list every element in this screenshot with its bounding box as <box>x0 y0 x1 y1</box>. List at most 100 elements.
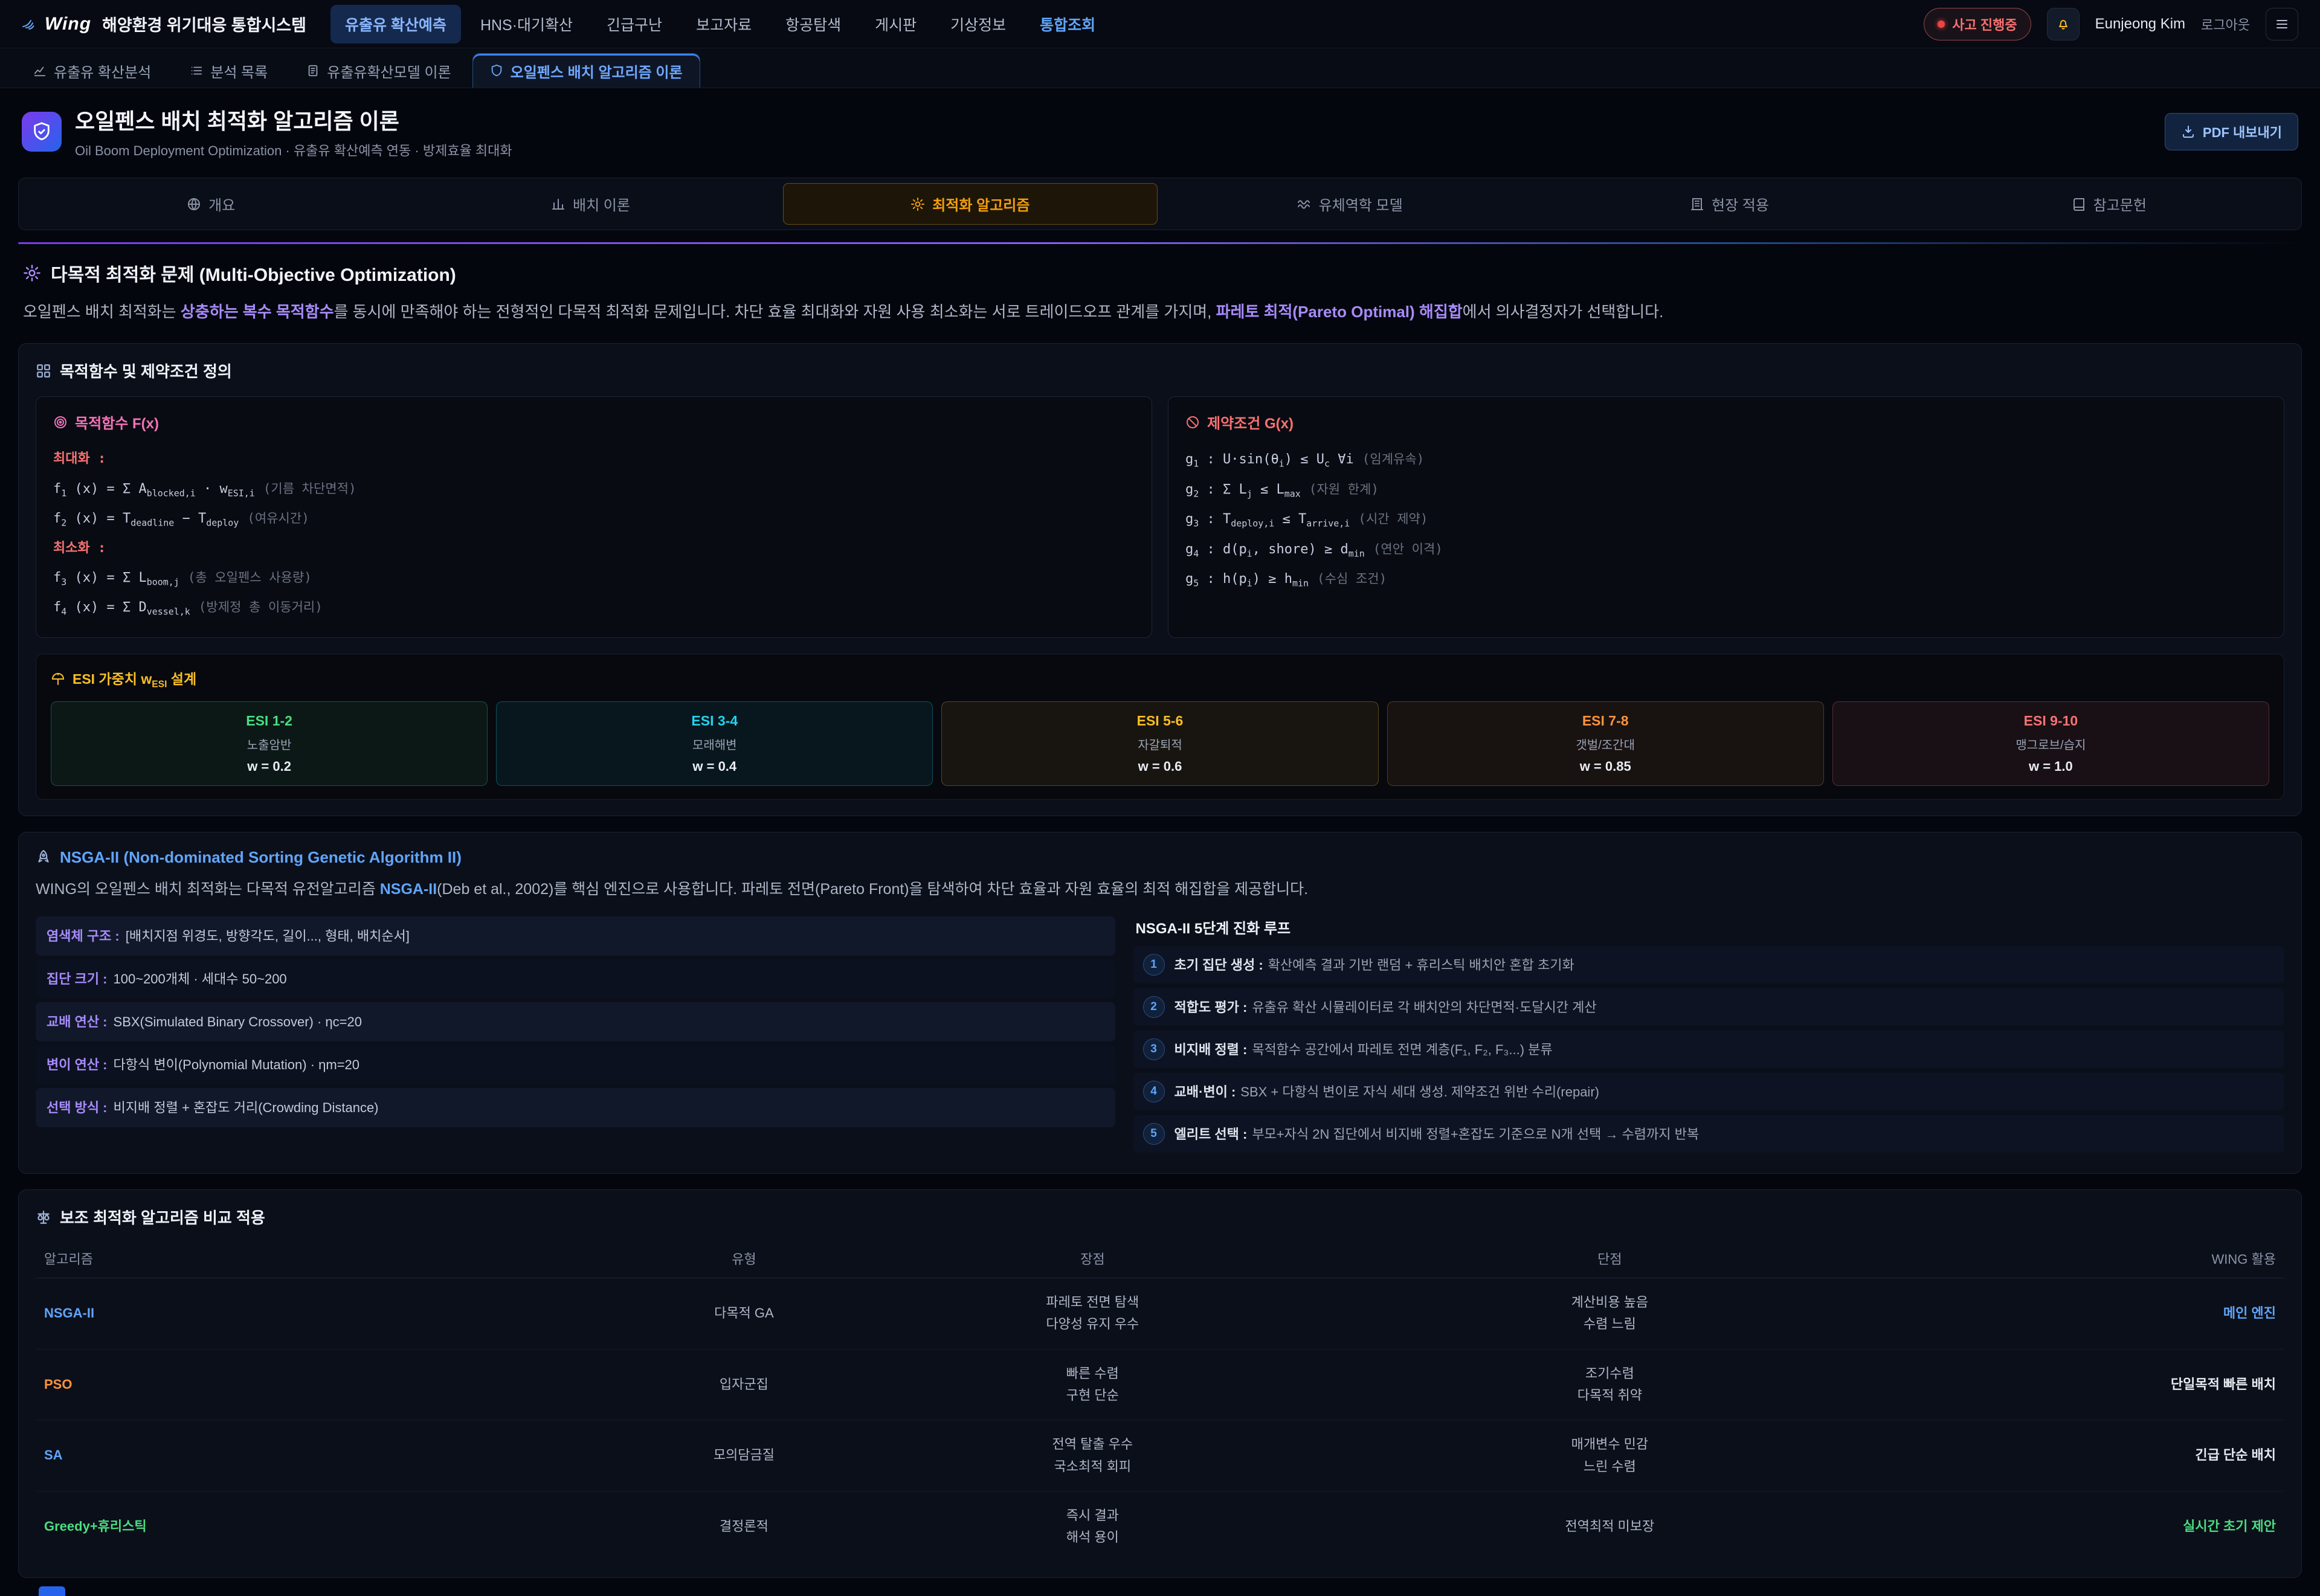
panel-title: 제약조건 G(x) <box>1185 411 2267 433</box>
tab-boom-algorithm-theory[interactable]: 오일펜스 배치 알고리즘 이론 <box>472 53 700 88</box>
bell-icon <box>2056 17 2070 31</box>
minimize-label: 최소화 : <box>53 534 1135 563</box>
constraints-panel: 제약조건 G(x) g1 : U·sin(θi) ≤ Uc ∀i(임계유속) g… <box>1168 396 2284 638</box>
param-row: 염색체 구조 :[배치지점 위경도, 방향각도, 길이..., 형태, 배치순서… <box>36 916 1115 956</box>
algorithm-pros: 빠른 수렴구현 단순 <box>913 1349 1273 1420</box>
esi-weights-section: ESI 가중치 wESI 설계 ESI 1-2 노출암반 w = 0.2 ESI… <box>36 654 2284 800</box>
formula-line: f1 (x) = Σ Ablocked,i · wESI,i(기름 차단면적) <box>53 474 1135 504</box>
nav-item-board[interactable]: 게시판 <box>860 5 931 43</box>
card-title: 목적함수 및 제약조건 정의 <box>36 359 2284 382</box>
logout-link[interactable]: 로그아웃 <box>2201 14 2250 34</box>
status-badge-label: 사고 진행중 <box>1952 14 2017 34</box>
section-tab-deployment-theory[interactable]: 배치 이론 <box>403 183 778 225</box>
step-number: 5 <box>1143 1123 1165 1145</box>
bar-chart-icon <box>551 197 566 211</box>
table-row: SA 모의담금질 전역 탈출 우수국소최적 회피 매개변수 민감느린 수렴 긴급… <box>36 1420 2284 1491</box>
floating-widget[interactable] <box>39 1586 65 1596</box>
algorithm-name: Greedy+휴리스틱 <box>36 1491 575 1562</box>
esi-tier-5: ESI 9-10 맹그로브/습지 w = 1.0 <box>1832 701 2269 786</box>
esi-tier-2: ESI 3-4 모래해변 w = 0.4 <box>496 701 933 786</box>
section-tab-field-application[interactable]: 현장 적용 <box>1542 183 1916 225</box>
step-number: 3 <box>1143 1038 1165 1060</box>
tab-diffusion-model-theory[interactable]: 유출유확산모델 이론 <box>289 53 468 88</box>
shield-icon <box>31 121 52 142</box>
esi-tier-4: ESI 7-8 갯벌/조간대 w = 0.85 <box>1387 701 1824 786</box>
panel-title-label: 목적함수 F(x) <box>75 411 159 433</box>
section-tab-strip: 개요 배치 이론 최적화 알고리즘 유체역학 모델 현장 적용 참고문헌 <box>18 178 2302 230</box>
esi-title-label: ESI 가중치 wESI 설계 <box>72 668 196 690</box>
brand-title: 해양환경 위기대응 통합시스템 <box>102 12 306 36</box>
card-title: 보조 최적화 알고리즘 비교 적용 <box>36 1206 2284 1228</box>
algorithm-name: SA <box>36 1420 575 1491</box>
section-tab-optimization-algorithm[interactable]: 최적화 알고리즘 <box>783 183 1158 225</box>
shield-icon <box>490 64 503 77</box>
no-entry-icon <box>1185 415 1200 430</box>
esi-range: ESI 1-2 <box>57 713 481 729</box>
formula-line: f2 (x) = Tdeadline − Tdeploy(여유시간) <box>53 504 1135 534</box>
section-heading-label: 다목적 최적화 문제 (Multi-Objective Optimization… <box>51 260 456 286</box>
gear-icon <box>23 264 41 282</box>
panel-title: 목적함수 F(x) <box>53 411 1135 433</box>
section-tab-label: 개요 <box>208 193 235 214</box>
nav-item-integrated-search[interactable]: 통합조회 <box>1025 5 1110 43</box>
tab-label: 유출유 확산분석 <box>54 60 151 82</box>
chart-line-icon <box>33 64 47 77</box>
objective-function-panel: 목적함수 F(x) 최대화 : f1 (x) = Σ Ablocked,i · … <box>36 396 1152 638</box>
esi-name: 노출암반 <box>57 735 481 753</box>
nav-item-rescue[interactable]: 긴급구난 <box>592 5 677 43</box>
globe-icon <box>187 197 201 211</box>
section-tab-label: 최적화 알고리즘 <box>932 193 1030 214</box>
incident-status-badge[interactable]: 사고 진행중 <box>1924 8 2031 40</box>
loop-step: 3비지배 정렬 :목적함수 공간에서 파레토 전면 계층(F₁, F₂, F₃.… <box>1133 1031 2284 1068</box>
esi-name: 자갈퇴적 <box>948 735 1371 753</box>
notifications-button[interactable] <box>2047 8 2080 40</box>
step-number: 4 <box>1143 1081 1165 1102</box>
section-tab-overview[interactable]: 개요 <box>24 183 398 225</box>
nav-item-aerial-search[interactable]: 항공탐색 <box>771 5 856 43</box>
tab-analysis-list[interactable]: 분석 목록 <box>172 53 285 88</box>
algorithm-usage: 메인 엔진 <box>1947 1278 2284 1350</box>
algorithm-pros: 전역 탈출 우수국소최적 회피 <box>913 1420 1273 1491</box>
param-row: 집단 크기 :100~200개체 · 세대수 50~200 <box>36 959 1115 999</box>
card-title: NSGA-II (Non-dominated Sorting Genetic A… <box>36 848 2284 867</box>
algorithm-type: 모의담금질 <box>575 1420 912 1491</box>
nav-item-hns[interactable]: HNS·대기확산 <box>466 5 587 43</box>
nav-item-oil-spill-forecast[interactable]: 유출유 확산예측 <box>330 5 461 43</box>
algorithm-name: PSO <box>36 1349 575 1420</box>
tab-spill-analysis[interactable]: 유출유 확산분석 <box>16 53 169 88</box>
pdf-export-label: PDF 내보내기 <box>2203 122 2282 141</box>
algorithm-cons: 전역최적 미보장 <box>1272 1491 1947 1562</box>
nav-item-reports[interactable]: 보고자료 <box>682 5 766 43</box>
sub-tabbar: 유출유 확산분석 분석 목록 유출유확산모델 이론 오일펜스 배치 알고리즘 이… <box>0 48 2320 88</box>
section-tab-hydrodynamics[interactable]: 유체역학 모델 <box>1162 183 1537 225</box>
algorithm-comparison-table: 알고리즘 유형 장점 단점 WING 활용 NSGA-II 다목적 GA 파레토… <box>36 1239 2284 1562</box>
user-name: Eunjeong Kim <box>2095 16 2185 33</box>
nav-item-weather[interactable]: 기상정보 <box>936 5 1020 43</box>
loop-step: 5엘리트 선택 :부모+자식 2N 집단에서 비지배 정렬+혼잡도 기준으로 N… <box>1133 1115 2284 1153</box>
loop-step: 1초기 집단 생성 :확산예측 결과 기반 랜덤 + 휴리스틱 배치안 혼합 초… <box>1133 946 2284 983</box>
brand-wing: Wing <box>45 14 91 34</box>
multi-objective-intro: 다목적 최적화 문제 (Multi-Objective Optimization… <box>18 244 2302 327</box>
pdf-export-button[interactable]: PDF 내보내기 <box>2165 113 2298 150</box>
menu-button[interactable] <box>2266 8 2298 40</box>
algorithm-cons: 계산비용 높음수렴 느림 <box>1272 1278 1947 1350</box>
main-nav: 유출유 확산예측 HNS·대기확산 긴급구난 보고자료 항공탐색 게시판 기상정… <box>330 5 1110 43</box>
loop-step: 4교배·변이 :SBX + 다항식 변이로 자식 세대 생성. 제약조건 위반 … <box>1133 1073 2284 1110</box>
algorithm-name: NSGA-II <box>36 1278 575 1350</box>
objective-constraints-card: 목적함수 및 제약조건 정의 목적함수 F(x) 최대화 : f1 (x) = … <box>18 343 2302 816</box>
tab-label: 유출유확산모델 이론 <box>327 60 451 82</box>
algorithm-usage: 실시간 초기 제안 <box>1947 1491 2284 1562</box>
loop-title: NSGA-II 5단계 진화 루프 <box>1133 916 2284 938</box>
section-tab-label: 유체역학 모델 <box>1319 193 1403 214</box>
param-row: 변이 연산 :다항식 변이(Polynomial Mutation) · ηm=… <box>36 1045 1115 1084</box>
top-navbar: Wing 해양환경 위기대응 통합시스템 유출유 확산예측 HNS·대기확산 긴… <box>0 0 2320 48</box>
section-tab-label: 배치 이론 <box>573 193 630 214</box>
algorithm-type: 다목적 GA <box>575 1278 912 1350</box>
algorithm-usage: 긴급 단순 배치 <box>1947 1420 2284 1491</box>
list-icon <box>190 64 203 77</box>
col-header-wing-usage: WING 활용 <box>1947 1239 2284 1278</box>
section-tab-references[interactable]: 참고문헌 <box>1922 183 2296 225</box>
col-header-pros: 장점 <box>913 1239 1273 1278</box>
esi-name: 맹그로브/습지 <box>1839 735 2263 753</box>
param-row: 선택 방식 :비지배 정렬 + 혼잡도 거리(Crowding Distance… <box>36 1088 1115 1127</box>
